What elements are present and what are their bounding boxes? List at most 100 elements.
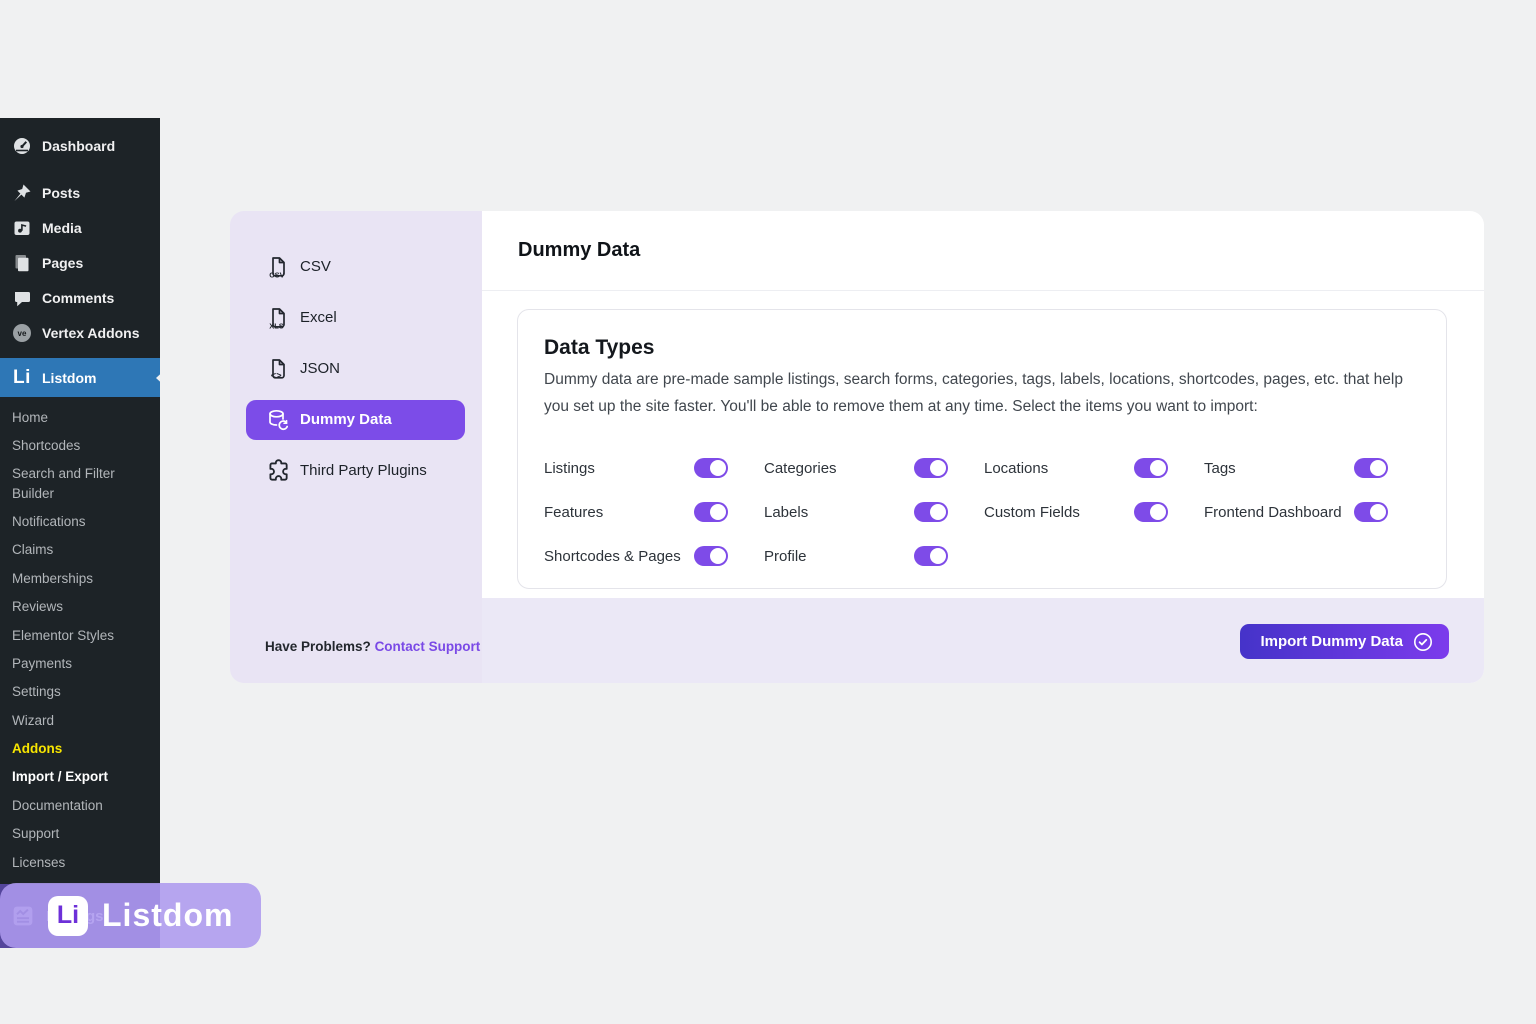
submenu-item-search-and-filter-builder[interactable]: Search and Filter Builder bbox=[12, 460, 150, 508]
import-nav-item-excel[interactable]: XLS Excel bbox=[230, 292, 482, 343]
panel-footer: Import Dummy Data bbox=[482, 598, 1484, 683]
sidebar-item-listdom-active[interactable]: Li Listdom bbox=[0, 358, 160, 397]
toggle-row-shortcodes-pages: Shortcodes & Pages bbox=[544, 534, 764, 578]
sidebar-item-dashboard[interactable]: Dashboard bbox=[0, 128, 160, 164]
shortcodes-pages-toggle[interactable] bbox=[694, 546, 728, 566]
active-menu-arrow-icon bbox=[156, 368, 167, 388]
toggle-label: Tags bbox=[1204, 460, 1236, 477]
sidebar-item-vertex-addons[interactable]: ve Vertex Addons bbox=[0, 315, 160, 350]
toggle-knob bbox=[930, 460, 946, 476]
import-nav-list: CSV CSV XLS Excel <> JSON bbox=[230, 241, 482, 496]
help-prefix: Have Problems? bbox=[265, 639, 371, 654]
toggle-label: Labels bbox=[764, 504, 808, 521]
frontend-dashboard-toggle[interactable] bbox=[1354, 502, 1388, 522]
sidebar-item-comments[interactable]: Comments bbox=[0, 280, 160, 315]
submenu-item-payments[interactable]: Payments bbox=[12, 649, 150, 677]
import-nav-item-third-party-plugins[interactable]: Third Party Plugins bbox=[230, 445, 482, 496]
media-icon bbox=[12, 218, 32, 238]
vertex-addons-icon: ve bbox=[12, 323, 32, 343]
sidebar-item-label: Media bbox=[42, 220, 82, 236]
listdom-logo-overlay: Li Listdom bbox=[0, 883, 261, 948]
submenu-item-claims[interactable]: Claims bbox=[12, 536, 150, 564]
submenu-item-reviews[interactable]: Reviews bbox=[12, 593, 150, 621]
submenu-item-addons[interactable]: Addons bbox=[12, 735, 150, 763]
toggle-row-locations: Locations bbox=[984, 446, 1204, 490]
import-content: Dummy Data Data Types Dummy data are pre… bbox=[482, 211, 1484, 683]
sidebar-item-label: Comments bbox=[42, 290, 114, 306]
submenu-item-documentation[interactable]: Documentation bbox=[12, 791, 150, 819]
categories-toggle[interactable] bbox=[914, 458, 948, 478]
import-nav-label: JSON bbox=[300, 360, 340, 377]
contact-support-link[interactable]: Contact Support bbox=[375, 639, 481, 654]
toggle-row-labels: Labels bbox=[764, 490, 984, 534]
submenu-item-shortcodes[interactable]: Shortcodes bbox=[12, 431, 150, 459]
import-button-label: Import Dummy Data bbox=[1260, 633, 1403, 650]
features-toggle[interactable] bbox=[694, 502, 728, 522]
toggle-label: Shortcodes & Pages bbox=[544, 548, 681, 565]
tags-toggle[interactable] bbox=[1354, 458, 1388, 478]
profile-toggle[interactable] bbox=[914, 546, 948, 566]
toggle-row-profile: Profile bbox=[764, 534, 984, 578]
check-circle-icon bbox=[1413, 632, 1433, 652]
active-nav-pill: Dummy Data bbox=[246, 400, 465, 440]
submenu-item-notifications[interactable]: Notifications bbox=[12, 507, 150, 535]
sidebar-item-posts[interactable]: Posts bbox=[0, 175, 160, 210]
svg-text:ve: ve bbox=[18, 329, 27, 338]
listdom-submenu: Home Shortcodes Search and Filter Builde… bbox=[0, 403, 160, 876]
card-description: Dummy data are pre-made sample listings,… bbox=[544, 366, 1418, 420]
sidebar-item-label: Vertex Addons bbox=[42, 325, 140, 341]
sidebar-item-label: Listdom bbox=[42, 370, 96, 386]
json-file-icon: <> bbox=[265, 356, 291, 382]
sidebar-item-media[interactable]: Media bbox=[0, 210, 160, 245]
screen: Dashboard Posts Media Pages Comments bbox=[0, 0, 1536, 1024]
toggle-knob bbox=[930, 504, 946, 520]
card-title: Data Types bbox=[544, 336, 655, 360]
pages-icon bbox=[12, 253, 32, 273]
data-types-card: Data Types Dummy data are pre-made sampl… bbox=[517, 309, 1447, 589]
labels-toggle[interactable] bbox=[914, 502, 948, 522]
svg-text:XLS: XLS bbox=[269, 321, 284, 330]
submenu-item-wizard[interactable]: Wizard bbox=[12, 706, 150, 734]
import-nav-label: CSV bbox=[300, 258, 331, 275]
csv-file-icon: CSV bbox=[265, 254, 291, 280]
page-header: Dummy Data bbox=[482, 211, 1484, 291]
listdom-logo-icon: Li bbox=[12, 367, 32, 389]
submenu-item-elementor-styles[interactable]: Elementor Styles bbox=[12, 621, 150, 649]
import-export-panel: CSV CSV XLS Excel <> JSON bbox=[230, 211, 1484, 683]
toggle-knob bbox=[930, 548, 946, 564]
toggle-label: Listings bbox=[544, 460, 595, 477]
content-body: Data Types Dummy data are pre-made sampl… bbox=[482, 291, 1484, 598]
toggle-knob bbox=[710, 504, 726, 520]
import-nav-item-json[interactable]: <> JSON bbox=[230, 343, 482, 394]
toggle-label: Features bbox=[544, 504, 603, 521]
sidebar-item-label: Pages bbox=[42, 255, 83, 271]
toggle-label: Custom Fields bbox=[984, 504, 1080, 521]
locations-toggle[interactable] bbox=[1134, 458, 1168, 478]
toggle-row-tags: Tags bbox=[1204, 446, 1424, 490]
toggle-grid: Listings Categories Locations Tags bbox=[544, 446, 1424, 578]
custom-fields-toggle[interactable] bbox=[1134, 502, 1168, 522]
svg-text:<>: <> bbox=[271, 371, 282, 381]
import-dummy-data-button[interactable]: Import Dummy Data bbox=[1240, 624, 1449, 659]
sidebar-item-pages[interactable]: Pages bbox=[0, 245, 160, 280]
listdom-li-badge-icon: Li bbox=[48, 896, 88, 936]
database-sync-icon bbox=[265, 407, 291, 433]
toggle-knob bbox=[1150, 504, 1166, 520]
import-nav-item-dummy-data[interactable]: Dummy Data bbox=[230, 394, 482, 445]
dashboard-icon bbox=[12, 136, 32, 156]
import-nav-item-csv[interactable]: CSV CSV bbox=[230, 241, 482, 292]
toggle-label: Profile bbox=[764, 548, 807, 565]
toggle-knob bbox=[710, 548, 726, 564]
submenu-item-support[interactable]: Support bbox=[12, 820, 150, 848]
submenu-item-home[interactable]: Home bbox=[12, 403, 150, 431]
submenu-item-memberships[interactable]: Memberships bbox=[12, 564, 150, 592]
toggle-label: Categories bbox=[764, 460, 837, 477]
import-nav-label: Excel bbox=[300, 309, 337, 326]
submenu-item-licenses[interactable]: Licenses bbox=[12, 848, 150, 876]
toggle-knob bbox=[1370, 460, 1386, 476]
submenu-item-import-export[interactable]: Import / Export bbox=[12, 763, 150, 791]
toggle-knob bbox=[1150, 460, 1166, 476]
submenu-item-settings[interactable]: Settings bbox=[12, 678, 150, 706]
import-nav-label: Third Party Plugins bbox=[300, 462, 427, 479]
listings-toggle[interactable] bbox=[694, 458, 728, 478]
